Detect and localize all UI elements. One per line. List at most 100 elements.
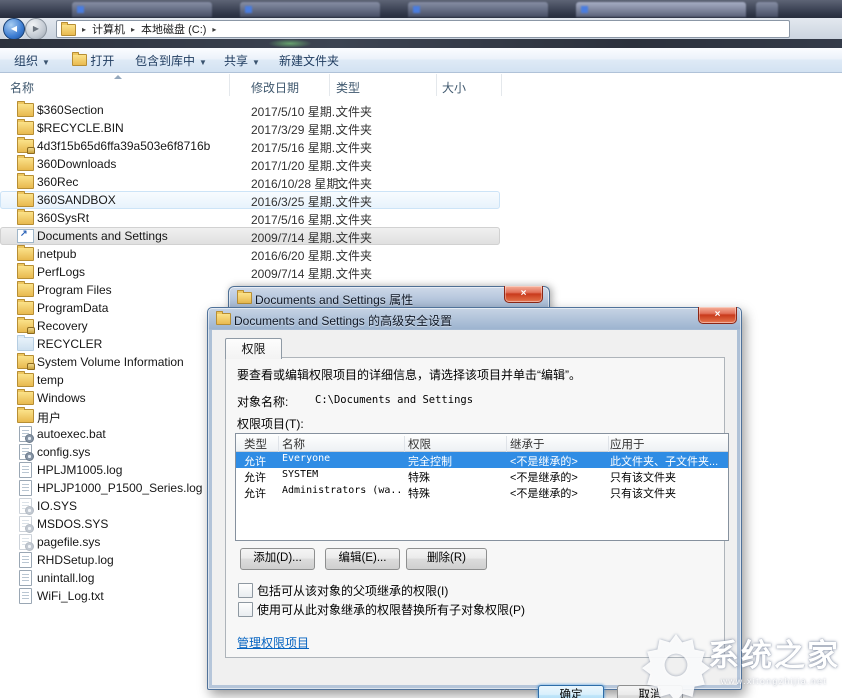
file-row[interactable]: PerfLogs 2009/7/14 星期... 文件夹 (0, 263, 500, 281)
manage-permission-entries-link[interactable]: 管理权限项目 (237, 634, 309, 651)
permission-row[interactable]: 允许 SYSTEM 特殊 <不是继承的> 只有该文件夹 (236, 468, 728, 484)
browser-tab[interactable] (72, 2, 212, 17)
new-tab-button[interactable] (756, 2, 778, 17)
file-type: 文件夹 (336, 229, 372, 246)
file-row[interactable]: $360Section 2017/5/10 星期... 文件夹 (0, 101, 500, 119)
file-name: HPLJM1005.log (37, 463, 122, 477)
edit-button[interactable]: 编辑(E)... (325, 548, 400, 570)
file-icon (19, 534, 32, 550)
open-button[interactable]: 打开 (72, 52, 114, 69)
inherit-permissions-checkbox[interactable] (238, 583, 253, 598)
file-name: pagefile.sys (37, 535, 100, 549)
header-name[interactable]: 名称 (282, 436, 404, 452)
file-name: IO.SYS (37, 499, 77, 513)
file-name: MSDOS.SYS (37, 517, 108, 531)
file-type: 文件夹 (336, 193, 372, 210)
address-breadcrumb[interactable]: ▸ 计算机 ▸ 本地磁盘 (C:) ▸ (56, 20, 790, 38)
sort-ascending-icon (114, 75, 122, 79)
perm-name: SYSTEM (282, 469, 404, 480)
breadcrumb-arrow-icon: ▸ (82, 25, 86, 34)
organize-menu[interactable]: 组织▼ (14, 52, 50, 69)
browser-tab-active[interactable] (576, 2, 746, 17)
forward-button[interactable]: ▶ (25, 18, 47, 40)
header-separator[interactable] (506, 436, 507, 453)
column-header-type[interactable]: 类型 (336, 79, 360, 96)
column-header-name[interactable]: 名称 (10, 79, 34, 96)
file-row[interactable]: 360SANDBOX 2016/3/25 星期... 文件夹 (0, 191, 500, 209)
header-perm[interactable]: 权限 (408, 436, 506, 452)
file-name: temp (37, 373, 64, 387)
tab-permissions[interactable]: 权限 (225, 338, 282, 359)
file-icon (17, 265, 34, 279)
file-row[interactable]: Documents and Settings 2009/7/14 星期... 文… (0, 227, 500, 245)
file-row[interactable]: inetpub 2016/6/20 星期... 文件夹 (0, 245, 500, 263)
file-date: 2017/5/10 星期... (251, 103, 342, 120)
file-name: 用户 (37, 409, 61, 426)
breadcrumb-computer[interactable]: 计算机 (92, 21, 125, 37)
header-type[interactable]: 类型 (244, 436, 278, 452)
header-separator[interactable] (278, 436, 279, 453)
include-in-library-menu[interactable]: 包含到库中▼ (135, 52, 207, 69)
chevron-down-icon: ▼ (42, 58, 50, 67)
browser-tab[interactable] (240, 2, 380, 17)
file-date: 2017/1/20 星期... (251, 157, 342, 174)
perm-apply-to: 只有该文件夹 (610, 485, 726, 501)
file-type: 文件夹 (336, 121, 372, 138)
watermark: 系统之家 www.xitongzhijia.net (640, 630, 840, 698)
file-row[interactable]: 360SysRt 2017/5/16 星期... 文件夹 (0, 209, 500, 227)
column-separator[interactable] (436, 74, 437, 96)
file-name: Windows (37, 391, 86, 405)
share-menu[interactable]: 共享▼ (224, 52, 260, 69)
chevron-down-icon: ▼ (252, 58, 260, 67)
file-row[interactable]: 360Rec 2016/10/28 星期... 文件夹 (0, 173, 500, 191)
permissions-table: 类型 名称 权限 继承于 应用于 允许 Ev (235, 433, 729, 541)
perm-inherited-from: <不是继承的> (510, 469, 606, 485)
delete-button[interactable]: 删除(R) (406, 548, 487, 570)
file-icon (17, 193, 34, 207)
header-inherit[interactable]: 继承于 (510, 436, 606, 452)
file-icon (19, 498, 32, 514)
close-button[interactable]: × (504, 286, 543, 303)
new-folder-button[interactable]: 新建文件夹 (279, 52, 339, 69)
browser-tab[interactable] (408, 2, 548, 17)
file-row[interactable]: $RECYCLE.BIN 2017/3/29 星期... 文件夹 (0, 119, 500, 137)
tab-favicon (413, 6, 420, 13)
file-row[interactable]: 4d3f15b65d6ffa39a503e6f8716b 2017/5/16 星… (0, 137, 500, 155)
properties-dialog-title: Documents and Settings 属性 (255, 291, 413, 308)
back-button[interactable]: ◀ (3, 18, 25, 40)
close-button[interactable]: × (698, 307, 737, 324)
breadcrumb-drive[interactable]: 本地磁盘 (C:) (141, 21, 206, 37)
column-header-size[interactable]: 大小 (442, 79, 466, 96)
column-header-date[interactable]: 修改日期 (251, 79, 299, 96)
header-apply[interactable]: 应用于 (610, 436, 726, 452)
column-separator[interactable] (329, 74, 330, 96)
file-date: 2009/7/14 星期... (251, 265, 342, 282)
tab-favicon (245, 6, 252, 13)
file-type: 文件夹 (336, 175, 372, 192)
add-button[interactable]: 添加(D)... (240, 548, 315, 570)
file-type: 文件夹 (336, 139, 372, 156)
file-name: 360SysRt (37, 211, 89, 225)
ok-button[interactable]: 确定 (538, 685, 604, 698)
file-name: autoexec.bat (37, 427, 106, 441)
column-separator[interactable] (229, 74, 230, 96)
permission-row[interactable]: 允许 Administrators (wa... 特殊 <不是继承的> 只有该文… (236, 484, 728, 500)
file-icon (17, 247, 34, 261)
file-row[interactable]: 360Downloads 2017/1/20 星期... 文件夹 (0, 155, 500, 173)
file-icon (17, 175, 34, 189)
file-name: unintall.log (37, 571, 94, 585)
file-date: 2016/6/20 星期... (251, 247, 342, 264)
file-date: 2016/10/28 星期... (251, 175, 348, 192)
file-icon (17, 301, 34, 315)
address-bar-row: ◀ ▶ ▸ 计算机 ▸ 本地磁盘 (C:) ▸ (0, 18, 842, 39)
file-icon (17, 121, 34, 135)
file-name: 360Downloads (37, 157, 116, 171)
permission-row[interactable]: 允许 Everyone 完全控制 <不是继承的> 此文件夹、子文件夹... (236, 452, 728, 468)
replace-child-permissions-checkbox[interactable] (238, 602, 253, 617)
file-type: 文件夹 (336, 103, 372, 120)
file-icon (17, 157, 34, 171)
file-icon (19, 480, 32, 496)
column-separator[interactable] (501, 74, 502, 96)
header-separator[interactable] (404, 436, 405, 453)
header-separator[interactable] (608, 436, 609, 453)
